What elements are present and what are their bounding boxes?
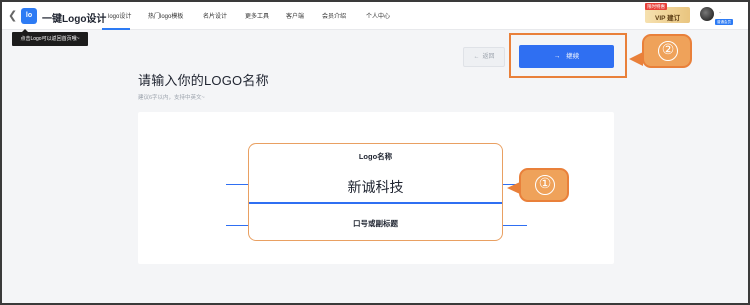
nav-active-indicator — [102, 28, 130, 30]
back-label: 返回 — [482, 54, 495, 60]
nav-item-logo-design[interactable]: logo设计 — [108, 11, 131, 20]
input-underline — [249, 202, 502, 204]
page-title: 请输入你的LOGO名称 — [138, 73, 269, 88]
logo-name-label: Logo名称 — [358, 152, 393, 161]
continue-button[interactable]: → 继续 — [519, 45, 614, 68]
member-badge: 普通会员 — [715, 19, 733, 25]
step-number: ① — [535, 175, 555, 195]
avatar-menu-indicator[interactable]: · — [719, 10, 721, 16]
callout-step-2: ② — [642, 34, 692, 68]
vip-label: VIP 建订 — [655, 15, 681, 22]
callout-step-1: ① — [519, 168, 569, 202]
logo-name-form: Logo名称 新诚科技 口号或副标题 — [248, 143, 503, 241]
slogan-input[interactable]: 口号或副标题 — [249, 218, 502, 229]
app-window: ❮ lo 一键Logo设计 logo设计 热门logo模板 名片设计 更多工具 … — [0, 0, 750, 305]
callout-pointer — [629, 52, 643, 66]
guide-line — [503, 225, 527, 226]
nav-item-card-design[interactable]: 名片设计 — [203, 11, 227, 20]
logo-icon[interactable]: lo — [21, 8, 37, 24]
nav-item-client[interactable]: 客户端 — [286, 11, 304, 20]
guide-line — [226, 225, 248, 226]
continue-label: 继续 — [566, 53, 580, 60]
nav-item-profile[interactable]: 个人中心 — [366, 11, 390, 20]
step-number: ② — [658, 41, 678, 61]
avatar[interactable] — [700, 7, 714, 21]
nav-item-more-tools[interactable]: 更多工具 — [245, 11, 269, 20]
brand-title[interactable]: 一键Logo设计 — [42, 10, 106, 25]
back-button[interactable]: ← 返回 — [463, 47, 505, 67]
arrow-left-icon: ← — [473, 54, 480, 60]
arrow-right-icon: → — [553, 53, 561, 60]
promo-badge: 限时特惠 — [645, 3, 667, 10]
guide-line — [226, 184, 248, 185]
chevron-left-icon[interactable]: ❮ — [8, 10, 18, 22]
logo-name-input[interactable]: 新诚科技 — [249, 177, 502, 197]
nav-item-membership[interactable]: 会员介绍 — [322, 11, 346, 20]
page-hint: 建议6字以内，支持中英文~ — [138, 95, 205, 101]
nav-item-hot-templates[interactable]: 热门logo模板 — [148, 11, 183, 20]
top-nav: ❮ lo 一键Logo设计 logo设计 热门logo模板 名片设计 更多工具 … — [2, 2, 748, 30]
logo-tooltip: 点击Logo可以返回首页哦~ — [12, 29, 88, 46]
